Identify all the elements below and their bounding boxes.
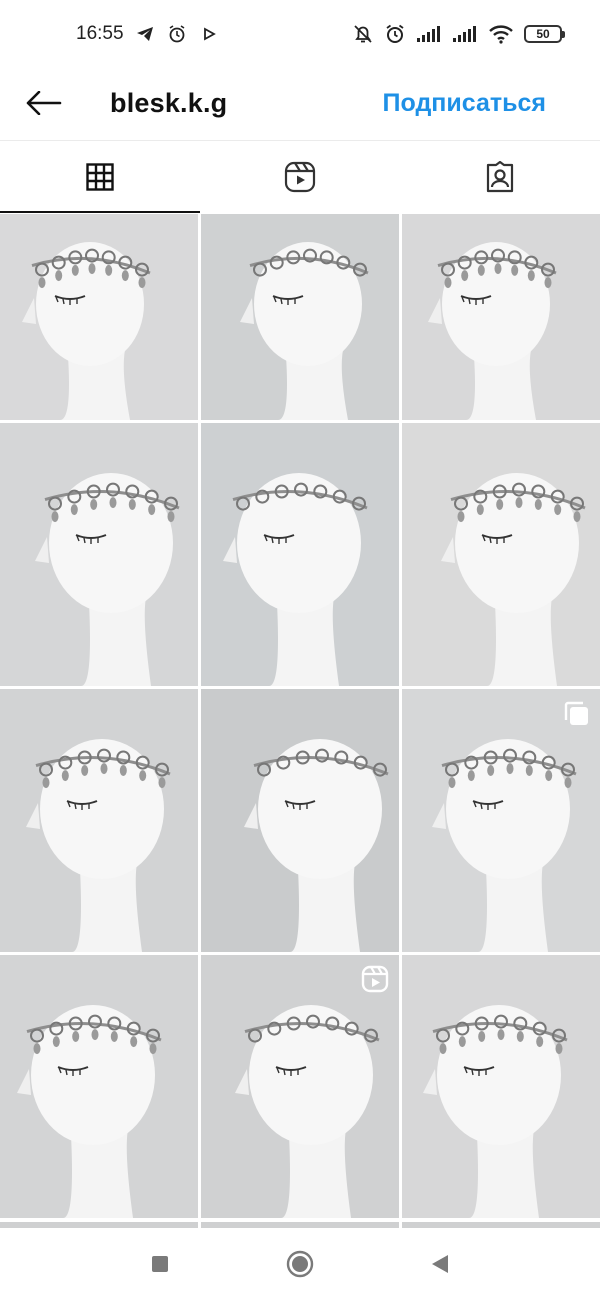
telegram-icon: [134, 23, 156, 45]
play-icon: [198, 23, 220, 45]
profile-username: blesk.k.g: [110, 87, 228, 118]
status-right: 50: [352, 23, 565, 45]
tab-posts-grid[interactable]: [0, 141, 200, 213]
post-photo: [402, 214, 600, 420]
tab-tagged[interactable]: [400, 141, 600, 213]
reels-icon: [361, 965, 389, 993]
grid-item[interactable]: [402, 955, 600, 1218]
grid-icon: [86, 163, 114, 191]
wifi-icon: [488, 23, 514, 45]
post-photo: [0, 689, 198, 952]
follow-button[interactable]: Подписаться: [383, 89, 546, 118]
grid-item[interactable]: [201, 689, 399, 952]
recents-button[interactable]: [140, 1244, 180, 1284]
tab-reels[interactable]: [200, 141, 400, 213]
back-nav-button[interactable]: [420, 1244, 460, 1284]
home-circle-icon: [286, 1250, 314, 1277]
notifications-off-icon: [352, 23, 374, 45]
post-photo: [402, 689, 600, 952]
home-button[interactable]: [280, 1244, 320, 1284]
post-photo: [402, 955, 600, 1218]
recents-square-icon: [152, 1255, 168, 1272]
grid-item[interactable]: [0, 423, 198, 686]
post-photo: [0, 214, 198, 420]
grid-item[interactable]: [201, 423, 399, 686]
post-photo: [0, 423, 198, 686]
signal-icon: [452, 23, 478, 45]
post-photo: [402, 423, 600, 686]
status-bar: 16:55 50: [0, 0, 600, 68]
arrow-left-icon: [26, 91, 62, 115]
grid-item[interactable]: [402, 214, 600, 420]
grid-item[interactable]: [0, 214, 198, 420]
posts-grid: [0, 214, 600, 1218]
grid-item[interactable]: [0, 689, 198, 952]
grid-item[interactable]: [402, 423, 600, 686]
profile-header: blesk.k.g Подписаться: [0, 68, 600, 138]
grid-item[interactable]: [201, 955, 399, 1218]
signal-icon: [416, 23, 442, 45]
alarm-icon: [166, 23, 188, 45]
system-nav-bar: [0, 1228, 600, 1299]
tagged-user-icon: [486, 161, 514, 193]
grid-item[interactable]: [402, 689, 600, 952]
carousel-icon: [564, 701, 588, 725]
post-photo: [201, 214, 399, 420]
alarm-icon: [384, 23, 406, 45]
post-photo: [201, 423, 399, 686]
profile-tabs: [0, 141, 600, 213]
status-time: 16:55: [76, 23, 124, 44]
reels-icon: [284, 161, 316, 193]
instagram-profile-screen: 16:55 50 blesk.k.g Подписаться: [0, 0, 600, 1299]
battery-level: 50: [536, 27, 550, 41]
battery-icon: 50: [524, 25, 565, 43]
status-left: 16:55: [76, 23, 220, 45]
back-triangle-icon: [432, 1254, 448, 1273]
post-photo: [0, 955, 198, 1218]
back-button[interactable]: [22, 81, 66, 125]
post-photo: [201, 955, 399, 1218]
grid-item[interactable]: [0, 955, 198, 1218]
grid-item[interactable]: [201, 214, 399, 420]
post-photo: [201, 689, 399, 952]
